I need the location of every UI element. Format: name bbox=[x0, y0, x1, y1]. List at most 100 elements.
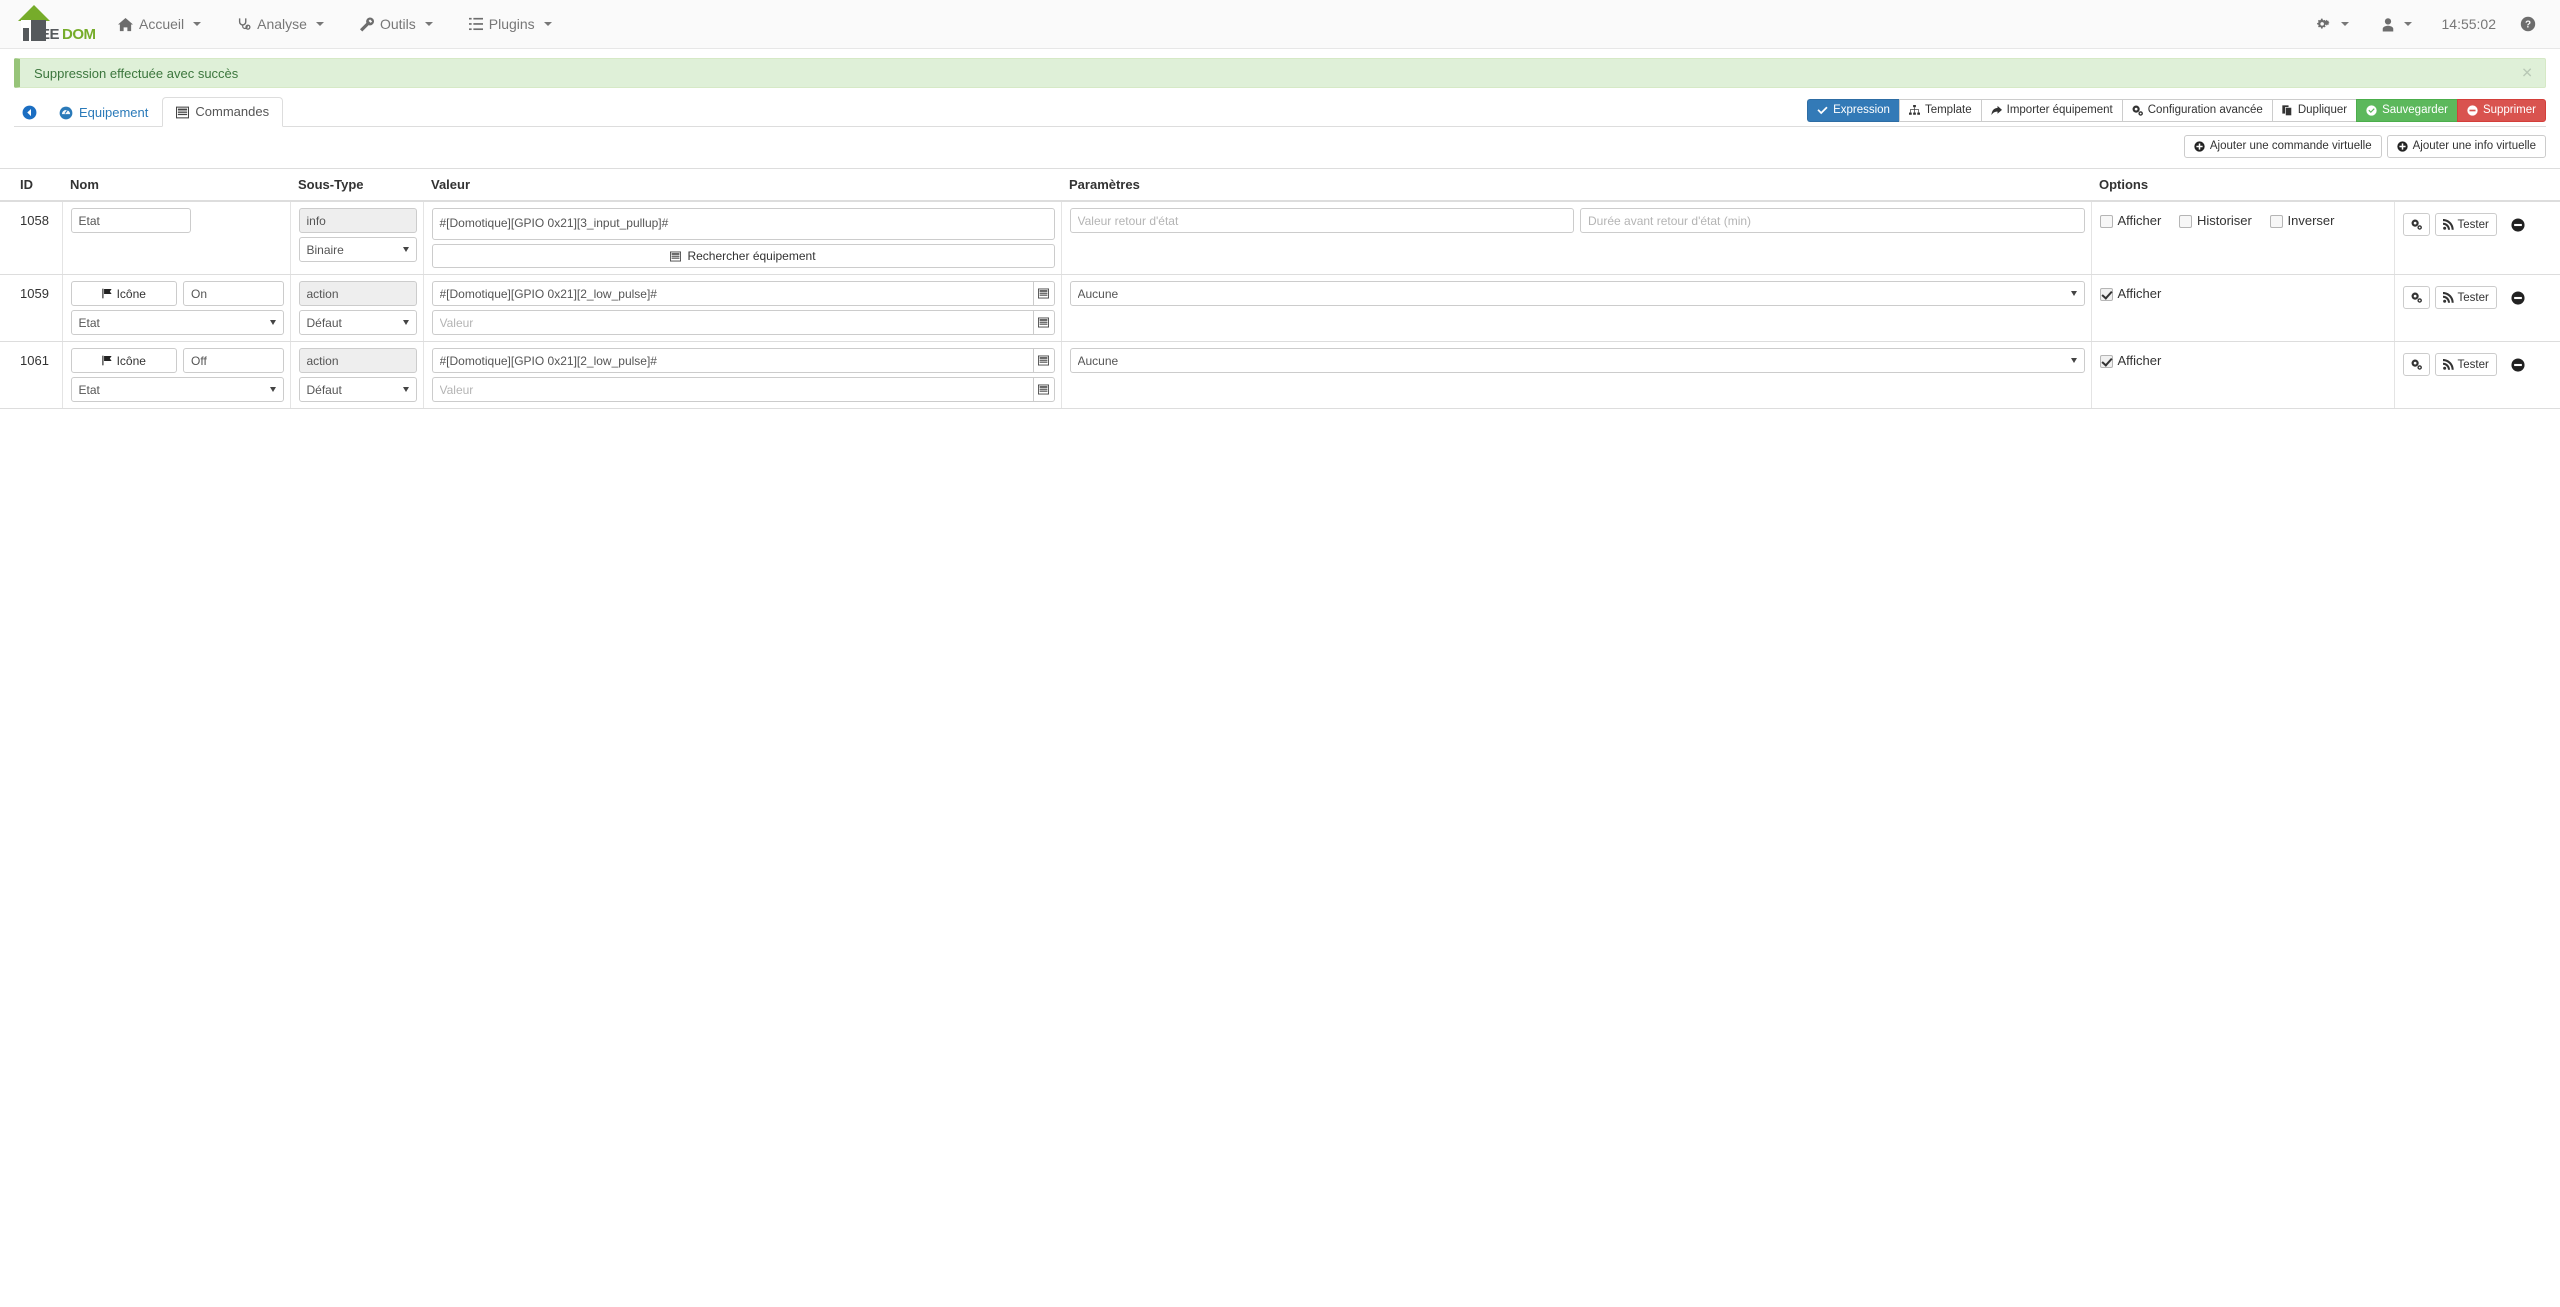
template-button[interactable]: Template bbox=[1898, 99, 1981, 122]
checkbox-afficher[interactable] bbox=[2099, 287, 2113, 301]
secondary-value-input[interactable] bbox=[431, 377, 1034, 402]
list-icon bbox=[468, 17, 483, 31]
option-afficher[interactable]: Afficher bbox=[2099, 352, 2161, 370]
subtype-select[interactable]: Défaut bbox=[298, 310, 417, 335]
cell-options: Afficher bbox=[2091, 341, 2395, 409]
parameters-select[interactable]: Aucune bbox=[1069, 348, 2085, 373]
subtype-select[interactable]: Défaut bbox=[298, 377, 417, 402]
row-test-button[interactable]: Tester bbox=[2434, 286, 2497, 309]
option-inverser[interactable]: Inverser bbox=[2269, 212, 2334, 230]
sauvegarder-label: Sauvegarder bbox=[2382, 104, 2448, 116]
cell-parametres: Aucune bbox=[1061, 274, 2092, 342]
row-test-button[interactable]: Tester bbox=[2434, 213, 2497, 236]
configuration-avancee-button[interactable]: Configuration avancée bbox=[2121, 99, 2272, 122]
option-historiser[interactable]: Historiser bbox=[2178, 212, 2252, 230]
option-afficher[interactable]: Afficher bbox=[2099, 212, 2161, 230]
expression-button[interactable]: Expression bbox=[1807, 99, 1899, 122]
nav-item-outils[interactable]: Outils bbox=[342, 0, 451, 49]
option-afficher[interactable]: Afficher bbox=[2099, 285, 2161, 303]
th-nom: Nom bbox=[62, 168, 290, 202]
secondary-value-picker-icon[interactable] bbox=[1033, 377, 1055, 402]
type-readonly-input bbox=[298, 281, 417, 306]
cell-sous-type: Défaut bbox=[290, 341, 424, 409]
table-row: 1058 Binaire #[Domotique][GPIO 0x21][3_i… bbox=[0, 201, 2560, 275]
state-return-duration-input[interactable] bbox=[1580, 208, 2085, 233]
subtype-select[interactable]: Binaire bbox=[298, 237, 417, 262]
table-head: ID Nom Sous-Type Valeur Paramètres Optio… bbox=[0, 168, 2560, 202]
add-virtual-info-button[interactable]: Ajouter une info virtuelle bbox=[2386, 135, 2546, 158]
cell-actions: Tester bbox=[2394, 274, 2560, 342]
value-input[interactable] bbox=[431, 281, 1034, 306]
search-equipment-button[interactable]: Rechercher équipement bbox=[431, 244, 1055, 268]
value-picker-icon[interactable] bbox=[1033, 348, 1055, 373]
icon-picker-label: Icône bbox=[116, 286, 146, 301]
nav-item-user[interactable] bbox=[2365, 0, 2428, 49]
back-arrow-icon[interactable] bbox=[14, 105, 45, 126]
nav-item-analyse[interactable]: Analyse bbox=[219, 0, 342, 49]
row-configure-button[interactable] bbox=[2402, 213, 2430, 236]
icon-picker-button[interactable]: Icône bbox=[70, 281, 177, 306]
value-picker-icon[interactable] bbox=[1033, 281, 1055, 306]
name-select-wrapper: Etat bbox=[70, 377, 284, 402]
checkbox-afficher[interactable] bbox=[2099, 354, 2113, 368]
importer-equipement-button[interactable]: Importer équipement bbox=[1980, 99, 2122, 122]
tab-commandes[interactable]: Commandes bbox=[162, 97, 284, 127]
row-configure-button[interactable] bbox=[2402, 353, 2430, 376]
config-avancee-label: Configuration avancée bbox=[2147, 104, 2263, 116]
parameters-select[interactable]: Aucune bbox=[1069, 281, 2085, 306]
name-row: Icône bbox=[70, 348, 284, 373]
tab-equipement[interactable]: Equipement bbox=[45, 98, 162, 127]
nav-item-plugins[interactable]: Plugins bbox=[451, 0, 570, 49]
state-return-fields bbox=[1069, 208, 2085, 233]
dashboard-icon bbox=[59, 106, 73, 120]
cell-options: Afficher Historiser Inverser bbox=[2091, 201, 2395, 275]
value-input[interactable] bbox=[431, 348, 1034, 373]
template-label: Template bbox=[1924, 104, 1972, 116]
command-name-input[interactable] bbox=[183, 281, 284, 306]
linked-state-select[interactable]: Etat bbox=[70, 310, 284, 335]
rss-icon bbox=[2442, 219, 2454, 230]
secondary-value-input-group bbox=[431, 310, 1055, 335]
dupliquer-button[interactable]: Dupliquer bbox=[2271, 99, 2357, 122]
row-configure-button[interactable] bbox=[2402, 286, 2430, 309]
plus-circle-icon bbox=[2396, 141, 2408, 152]
icon-picker-label: Icône bbox=[116, 353, 146, 368]
row-remove-icon[interactable] bbox=[2510, 290, 2526, 306]
command-name-input[interactable] bbox=[183, 348, 284, 373]
rss-icon bbox=[2442, 359, 2454, 370]
icon-picker-button[interactable]: Icône bbox=[70, 348, 177, 373]
th-id: ID bbox=[0, 168, 62, 202]
commands-table-wrapper: ID Nom Sous-Type Valeur Paramètres Optio… bbox=[0, 168, 2560, 409]
checkbox-afficher[interactable] bbox=[2099, 214, 2113, 228]
nav-item-accueil[interactable]: Accueil bbox=[100, 0, 219, 49]
command-name-input[interactable] bbox=[70, 208, 191, 233]
value-textarea[interactable]: #[Domotique][GPIO 0x21][3_input_pullup]# bbox=[431, 208, 1055, 240]
secondary-value-input[interactable] bbox=[431, 310, 1034, 335]
row-test-label: Tester bbox=[2457, 358, 2489, 371]
cell-nom: Icône Etat bbox=[62, 274, 291, 342]
checkbox-historiser[interactable] bbox=[2178, 214, 2192, 228]
alert-close-button[interactable]: ✕ bbox=[2521, 65, 2533, 82]
secondary-value-picker-icon[interactable] bbox=[1033, 310, 1055, 335]
check-circle-icon bbox=[2366, 105, 2377, 116]
checkbox-inverser[interactable] bbox=[2269, 214, 2283, 228]
gears-icon bbox=[2411, 292, 2422, 303]
nav-item-settings[interactable] bbox=[2300, 0, 2365, 49]
add-virtual-command-button[interactable]: Ajouter une commande virtuelle bbox=[2183, 135, 2382, 158]
cell-parametres bbox=[1061, 201, 2092, 275]
table-icon bbox=[670, 251, 682, 262]
row-remove-icon[interactable] bbox=[2510, 217, 2526, 233]
linked-state-select[interactable]: Etat bbox=[70, 377, 284, 402]
supprimer-button[interactable]: Supprimer bbox=[2456, 99, 2546, 122]
row-remove-icon[interactable] bbox=[2510, 357, 2526, 373]
help-icon[interactable]: ? bbox=[2510, 16, 2546, 32]
user-icon bbox=[2381, 17, 2395, 32]
brand-logo[interactable]: EE DOM bbox=[0, 0, 100, 49]
home-icon bbox=[118, 17, 133, 32]
sauvegarder-button[interactable]: Sauvegarder bbox=[2356, 99, 2457, 122]
row-actions: Tester bbox=[2402, 284, 2555, 309]
copy-icon bbox=[2282, 105, 2293, 116]
row-test-button[interactable]: Tester bbox=[2434, 353, 2497, 376]
state-return-value-input[interactable] bbox=[1069, 208, 1574, 233]
type-readonly-input bbox=[298, 208, 417, 233]
